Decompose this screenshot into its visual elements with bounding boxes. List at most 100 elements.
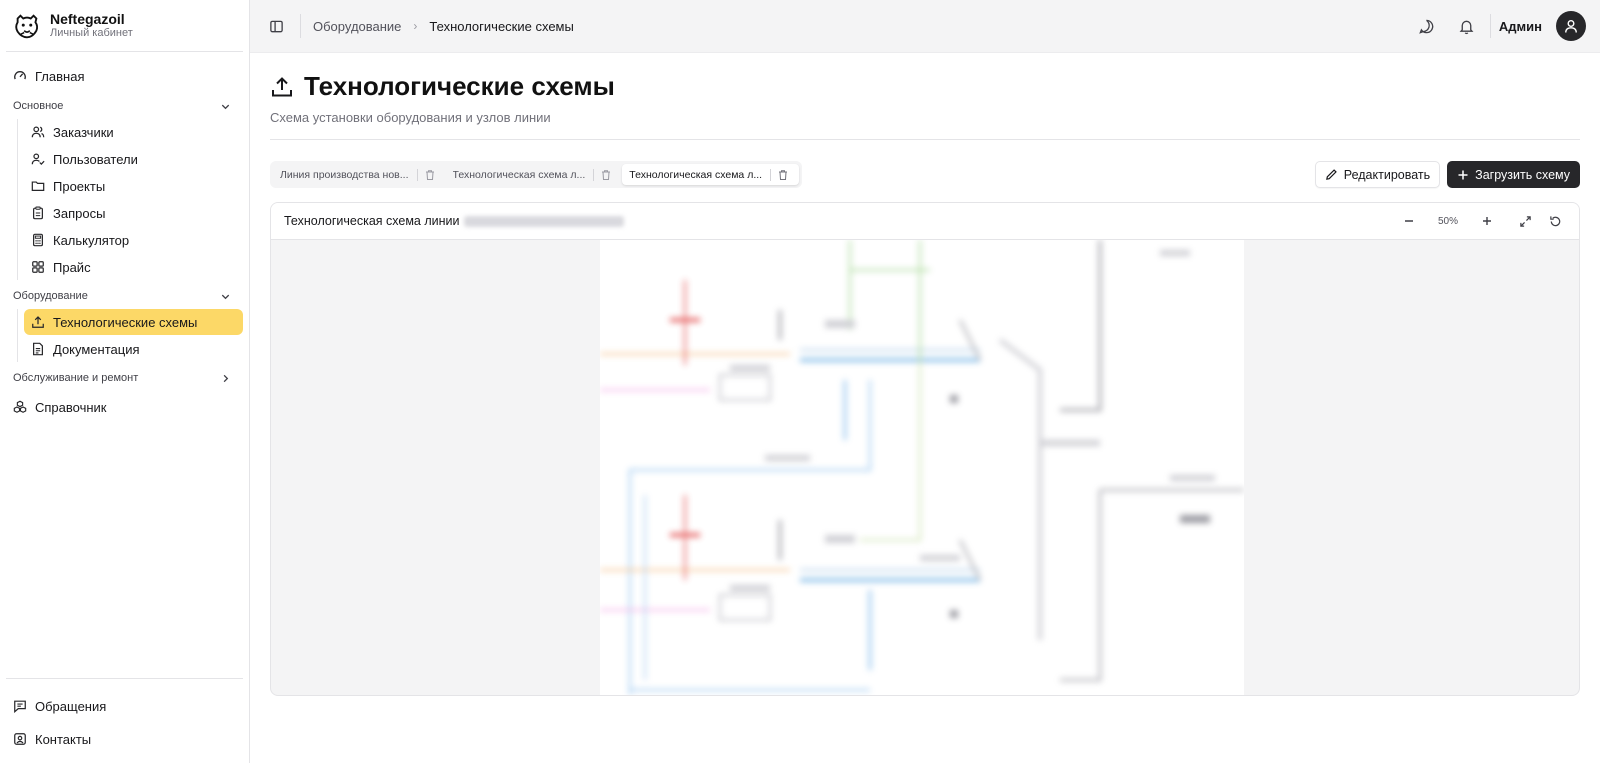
sidebar-item-documentation[interactable]: Документация [24, 336, 243, 362]
zoom-level: 50% [1437, 215, 1458, 227]
group-label: Оборудование [13, 290, 88, 302]
tab-label: Технологическая схема л... [629, 168, 763, 181]
sidebar-item-label: Пользователи [53, 151, 138, 167]
group-basic-toggle[interactable]: Основное [6, 93, 243, 119]
users-icon [31, 125, 45, 139]
scheme-canvas[interactable] [271, 240, 1579, 695]
sidebar-item-appeals[interactable]: Обращения [6, 691, 243, 721]
edit-button-label: Редактировать [1343, 167, 1431, 182]
user-check-icon [31, 152, 45, 166]
blurred-text [463, 215, 624, 227]
sidebar-item-home[interactable]: Главная [6, 62, 243, 90]
calculator-icon [31, 233, 45, 247]
main-area: Оборудование › Технологические схемы Адм… [250, 0, 1600, 763]
group-label: Основное [13, 100, 64, 112]
sidebar-nav: Главная Основное Заказчики Пользователи … [0, 52, 249, 678]
sidebar-item-label: Контакты [35, 731, 92, 747]
edit-button[interactable]: Редактировать [1314, 161, 1441, 188]
reset-view-button[interactable] [1544, 210, 1566, 232]
breadcrumb-parent[interactable]: Оборудование [313, 19, 401, 34]
pencil-icon [1325, 169, 1337, 180]
plus-icon [1458, 170, 1468, 179]
message-circle-icon [1419, 19, 1434, 34]
brand[interactable]: Neftegazoil Личный кабинет [6, 0, 243, 52]
zoom-in-button[interactable] [1476, 210, 1498, 232]
breadcrumb: Оборудование › Технологические схемы [313, 19, 574, 34]
sidebar-item-users[interactable]: Пользователи [24, 146, 243, 172]
topbar-actions: Админ [1414, 11, 1586, 41]
file-text-icon [31, 342, 45, 356]
upload-icon [31, 315, 45, 329]
sidebar-item-projects[interactable]: Проекты [24, 173, 243, 199]
sidebar: Neftegazoil Личный кабинет Главная Основ… [0, 0, 250, 763]
grid-icon [31, 260, 45, 274]
rotate-ccw-icon [1549, 215, 1560, 226]
sidebar-item-label: Запросы [53, 205, 106, 221]
sidebar-item-label: Заказчики [53, 124, 114, 140]
tab-scheme-1[interactable]: Линия производства нов... [273, 164, 446, 185]
user-icon [1565, 20, 1577, 33]
sidebar-item-label: Документация [53, 341, 140, 357]
sidebar-item-label: Главная [35, 68, 85, 84]
divider [300, 14, 301, 38]
sidebar-item-tech-schemes[interactable]: Технологические схемы [24, 309, 243, 335]
viewer-tools: 50% [1398, 210, 1566, 232]
clipboard-icon [31, 206, 45, 220]
tab-scheme-2[interactable]: Технологическая схема л... [446, 164, 623, 185]
chevron-down-icon [221, 294, 230, 299]
contact-icon [13, 732, 27, 746]
sidebar-item-customers[interactable]: Заказчики [24, 119, 243, 145]
brand-subtitle: Личный кабинет [50, 27, 133, 40]
trash-icon[interactable] [424, 169, 436, 181]
sidebar-item-reference[interactable]: Справочник [6, 393, 243, 421]
breadcrumb-current: Технологические схемы [429, 18, 574, 34]
message-square-icon [13, 699, 27, 713]
group-equipment-toggle[interactable]: Оборудование [6, 283, 243, 309]
notifications-button[interactable] [1454, 13, 1480, 39]
scheme-diagram-drawing [600, 240, 1244, 695]
schemes-toolbar: Линия производства нов... Технологическа… [270, 161, 1580, 188]
fullscreen-button[interactable] [1514, 210, 1536, 232]
trash-icon[interactable] [600, 169, 612, 181]
panel-left-icon [269, 20, 283, 32]
page-content: Технологические схемы Схема установки об… [250, 53, 1600, 763]
sidebar-item-calculator[interactable]: Калькулятор [24, 227, 243, 253]
group-basic-items: Заказчики Пользователи Проекты Запросы К… [17, 119, 243, 280]
tab-scheme-3[interactable]: Технологическая схема л... [622, 164, 800, 185]
scheme-tabs: Линия производства нов... Технологическа… [270, 161, 803, 188]
gauge-icon [13, 69, 27, 83]
divider [770, 168, 772, 181]
scheme-actions: Редактировать Загрузить схему [1314, 161, 1580, 188]
bell-icon [1459, 20, 1474, 34]
user-name[interactable]: Админ [1499, 19, 1542, 34]
bear-logo-icon [15, 13, 39, 38]
group-maintenance-toggle[interactable]: Обслуживание и ремонт [6, 365, 243, 391]
upload-icon [272, 76, 292, 96]
divider [593, 168, 595, 181]
sidebar-toggle-button[interactable] [264, 14, 288, 38]
chevron-down-icon [221, 104, 230, 109]
scheme-diagram-image [600, 240, 1244, 695]
sidebar-item-label: Обращения [35, 698, 107, 714]
maximize-icon [1519, 215, 1531, 227]
folder-icon [31, 179, 45, 193]
upload-scheme-label: Загрузить схему [1475, 167, 1570, 182]
sidebar-item-label: Проекты [53, 178, 106, 194]
sidebar-item-pricelist[interactable]: Прайс [24, 254, 243, 280]
avatar[interactable] [1556, 11, 1586, 41]
zoom-out-button[interactable] [1398, 210, 1420, 232]
upload-scheme-button[interactable]: Загрузить схему [1447, 161, 1580, 188]
sidebar-item-contacts[interactable]: Контакты [6, 724, 243, 754]
divider [1489, 14, 1491, 38]
chevron-right-icon [223, 374, 229, 382]
page-title: Технологические схемы [304, 71, 615, 101]
sidebar-item-requests[interactable]: Запросы [24, 200, 243, 226]
plus-icon [1483, 217, 1491, 225]
trash-icon[interactable] [777, 169, 789, 181]
viewer-title: Технологическая схема линии [284, 214, 460, 228]
boxes-icon [13, 400, 27, 414]
chat-button[interactable] [1414, 13, 1440, 39]
chevron-right-icon: › [413, 19, 418, 33]
group-label: Обслуживание и ремонт [13, 372, 139, 384]
sidebar-item-label: Калькулятор [53, 232, 130, 248]
